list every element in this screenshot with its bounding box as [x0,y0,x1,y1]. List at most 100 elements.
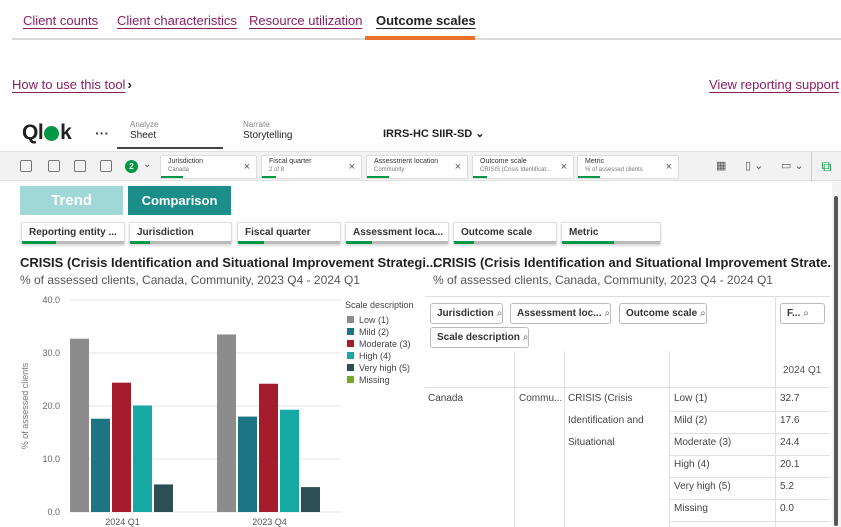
filter-label: Outcome scale [461,227,533,238]
trend-button[interactable]: Trend [20,186,123,215]
selection-chip-outcome-scale[interactable]: Outcome scale CRISIS (Crisis Identificat… [472,155,574,179]
y-tick-label: 0.0 [47,507,60,517]
page-scrollbar[interactable] [832,182,841,527]
legend-item[interactable]: Very high (5) [347,362,414,374]
header-fiscal-quarter[interactable]: F... ⌕ [780,303,825,324]
y-axis-label: % of assessed clients [20,362,30,449]
top-tab-bar: Client counts Client characteristics Res… [12,0,841,40]
active-tab-indicator [365,36,475,40]
left-chart-title: CRISIS (Crisis Identification and Situat… [20,255,437,270]
header-label: F... [787,308,801,319]
present-icon[interactable]: ▭ ⌄ [781,159,804,172]
filter-state-bar [56,241,124,244]
cell-scale-description: Moderate (3) [674,437,732,448]
smart-search-icon[interactable] [20,160,32,172]
selection-count-badge[interactable]: 2 [125,160,138,173]
grid-icon[interactable]: ▦ [716,159,726,172]
window-toggle-icon[interactable]: ⧉ [811,152,841,182]
x-tick-label: 2024 Q1 [105,517,140,527]
step-back-icon[interactable] [48,160,60,172]
selection-chip-assessment-location[interactable]: Assessment location Community × [366,155,468,179]
how-to-use-link[interactable]: How to use this tool › [12,77,132,92]
search-icon[interactable]: ⌕ [497,308,503,319]
chevron-down-icon[interactable]: ⌄ [143,159,151,170]
comparison-button[interactable]: Comparison [128,186,231,215]
legend-swatch [347,328,354,335]
filter-label: Reporting entity ... [29,227,117,238]
tab-client-characteristics[interactable]: Client characteristics [117,13,237,28]
filter-metric[interactable]: Metric [561,222,661,245]
header-scale-description[interactable]: Scale description ⌕ [430,327,530,348]
chip-value: Canada [168,167,190,173]
close-icon[interactable]: × [455,161,461,173]
bookmark-icon[interactable]: ▯ ⌄ [745,159,763,172]
legend-label: Moderate (3) [359,339,411,349]
filter-reporting-entity[interactable]: Reporting entity ... [21,222,125,245]
filter-fiscal-quarter[interactable]: Fiscal quarter [237,222,341,245]
close-icon[interactable]: × [244,161,250,173]
close-icon[interactable]: × [666,161,672,173]
legend-item[interactable]: Moderate (3) [347,338,414,350]
legend-item[interactable]: Low (1) [347,314,414,326]
search-icon[interactable]: ⌕ [803,308,809,319]
legend-swatch [347,364,354,371]
nav-tab-narrate[interactable]: Narrate Storytelling [243,120,292,141]
step-forward-icon[interactable] [74,160,86,172]
bar [112,382,131,512]
column-divider [775,297,776,527]
cell-value: 24.4 [780,437,800,448]
cell-value: 17.6 [780,415,800,426]
chip-value: CRISIS (Crisis Identificat... [480,167,552,173]
tab-resource-utilization[interactable]: Resource utilization [249,13,362,28]
cell-scale-description: Very high (5) [674,481,731,492]
nav-narrate-label: Narrate [243,120,270,129]
search-icon[interactable]: ⌕ [604,308,610,319]
selection-chip-metric[interactable]: Metric % of assessed clients × [577,155,679,179]
nav-tab-analyze[interactable]: Analyze Sheet [130,120,158,141]
header-jurisdiction[interactable]: Jurisdiction ⌕ [430,303,504,324]
selection-state-bar [262,176,276,178]
selection-chip-fiscal-quarter[interactable]: Fiscal quarter 2 of 8 × [261,155,362,179]
legend-item[interactable]: Missing [347,374,414,386]
y-tick-label: 40.0 [42,295,60,305]
bar [154,484,173,512]
cell-scale-description: Low (1) [674,393,708,404]
filter-state-bar [562,241,614,244]
column-divider [564,351,565,527]
filter-jurisdiction[interactable]: Jurisdiction [129,222,232,245]
nav-storytelling-label: Storytelling [243,130,293,141]
more-menu-icon[interactable]: ··· [95,125,109,141]
clear-selections-icon[interactable] [100,160,112,172]
chart-bars [70,334,320,512]
bar [238,416,257,512]
selection-chip-jurisdiction[interactable]: Jurisdiction Canada × [160,155,257,179]
app-title-dropdown[interactable]: IRRS-HC SIIR-SD ⌄ [383,127,485,140]
legend-label: Mild (2) [359,327,390,337]
legend-item[interactable]: Mild (2) [347,326,414,338]
filter-outcome-scale[interactable]: Outcome scale [453,222,557,245]
app-title: IRRS-HC SIIR-SD [383,128,473,140]
reporting-support-link[interactable]: View reporting support› [709,77,841,92]
tab-outcome-scales[interactable]: Outcome scales [376,13,476,28]
tab-client-counts[interactable]: Client counts [23,13,98,28]
pivot-table: Jurisdiction ⌕ Assessment loc... ⌕ Outcome… [425,296,830,527]
cell-scale: CRISIS (Crisis [568,393,633,404]
chevron-right-icon: › [127,77,132,92]
header-outcome-scale[interactable]: Outcome scale ⌕ [619,303,707,324]
search-icon[interactable]: ⌕ [523,332,529,343]
legend-label: Low (1) [359,315,390,325]
close-icon[interactable]: × [349,161,355,173]
bar-chart[interactable]: 0.0 10.0 20.0 30.0 40.0 % of assessed clients… [16,292,346,527]
legend-item[interactable]: High (4) [347,350,414,362]
row-divider [669,521,830,522]
chip-title: Metric [585,158,605,165]
selection-state-bar [473,176,487,178]
close-icon[interactable]: × [561,161,567,173]
qlik-logo: Ql k [22,121,72,144]
filter-label: Fiscal quarter [245,227,311,238]
nav-analyze-label: Analyze [130,120,159,129]
header-assessment-location[interactable]: Assessment loc... ⌕ [510,303,612,324]
scrollbar-thumb[interactable] [834,196,838,526]
search-icon[interactable]: ⌕ [700,308,706,319]
filter-assessment-location[interactable]: Assessment loca... [345,222,449,245]
